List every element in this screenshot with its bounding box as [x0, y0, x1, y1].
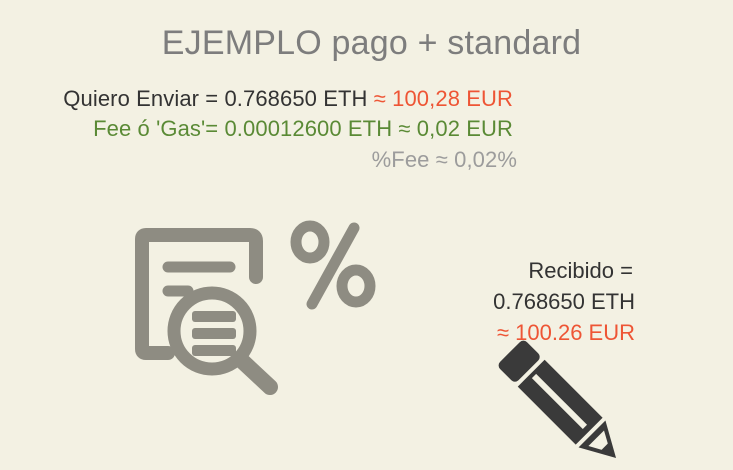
- fee-line: Fee ó 'Gas'= 0.00012600 ETH ≈ 0,02 EUR: [93, 116, 513, 141]
- send-amount-line: Quiero Enviar = 0.768650 ETH ≈ 100,28 EU…: [63, 86, 513, 112]
- page-title: EJEMPLO pago + standard: [161, 24, 582, 62]
- document-search-icon: [135, 228, 278, 395]
- received-eth: 0.768650 ETH: [493, 289, 635, 314]
- pencil-icon: [498, 340, 617, 459]
- received-label: Recibido =: [528, 258, 633, 283]
- send-amount-eur: ≈ 100,28 EUR: [373, 86, 513, 111]
- percent-icon: [290, 220, 376, 310]
- fee-percent-line: %Fee ≈ 0,02%: [371, 147, 517, 172]
- send-amount-text: Quiero Enviar = 0.768650 ETH: [63, 86, 368, 111]
